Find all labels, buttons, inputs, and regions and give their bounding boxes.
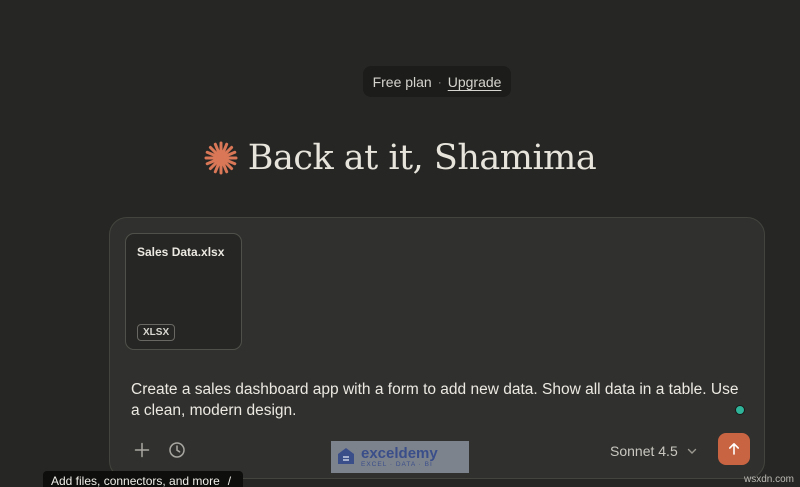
exceldemy-watermark: exceldemy EXCEL · DATA · BI xyxy=(331,441,469,473)
tooltip: Add files, connectors, and more / xyxy=(43,471,243,487)
plan-badge: Free plan · Upgrade xyxy=(363,66,511,97)
plus-icon xyxy=(134,442,150,458)
history-button[interactable] xyxy=(164,437,190,463)
watermark-text: exceldemy EXCEL · DATA · BI xyxy=(361,446,438,468)
source-watermark: wsxdn.com xyxy=(743,474,794,485)
watermark-tagline: EXCEL · DATA · BI xyxy=(361,461,433,468)
status-indicator xyxy=(735,405,745,415)
greeting-text: Back at it, Shamima xyxy=(247,138,597,178)
plan-label: Free plan xyxy=(372,73,432,90)
attachment-card[interactable]: Sales Data.xlsx XLSX xyxy=(125,233,242,350)
tooltip-text: Add files, connectors, and more xyxy=(51,474,220,487)
claude-spark-icon xyxy=(204,141,238,175)
model-label: Sonnet 4.5 xyxy=(610,443,678,459)
greeting: Back at it, Shamima xyxy=(0,134,800,182)
exceldemy-logo-icon xyxy=(338,448,354,464)
model-selector[interactable]: Sonnet 4.5 xyxy=(610,440,698,462)
tooltip-shortcut: / xyxy=(227,474,232,487)
arrow-up-icon xyxy=(729,443,739,455)
composer: Sales Data.xlsx XLSX Create a sales dash… xyxy=(109,217,765,479)
watermark-name: exceldemy xyxy=(361,445,438,462)
add-button[interactable] xyxy=(129,437,155,463)
clock-icon xyxy=(169,442,185,458)
upgrade-link[interactable]: Upgrade xyxy=(448,74,502,90)
attachment-file-type-badge: XLSX xyxy=(137,324,176,341)
attachment-file-name: Sales Data.xlsx xyxy=(137,245,225,259)
plan-separator: · xyxy=(437,74,442,89)
send-button[interactable] xyxy=(718,433,750,465)
prompt-input[interactable]: Create a sales dashboard app with a form… xyxy=(131,379,741,421)
chevron-down-icon xyxy=(687,448,696,454)
